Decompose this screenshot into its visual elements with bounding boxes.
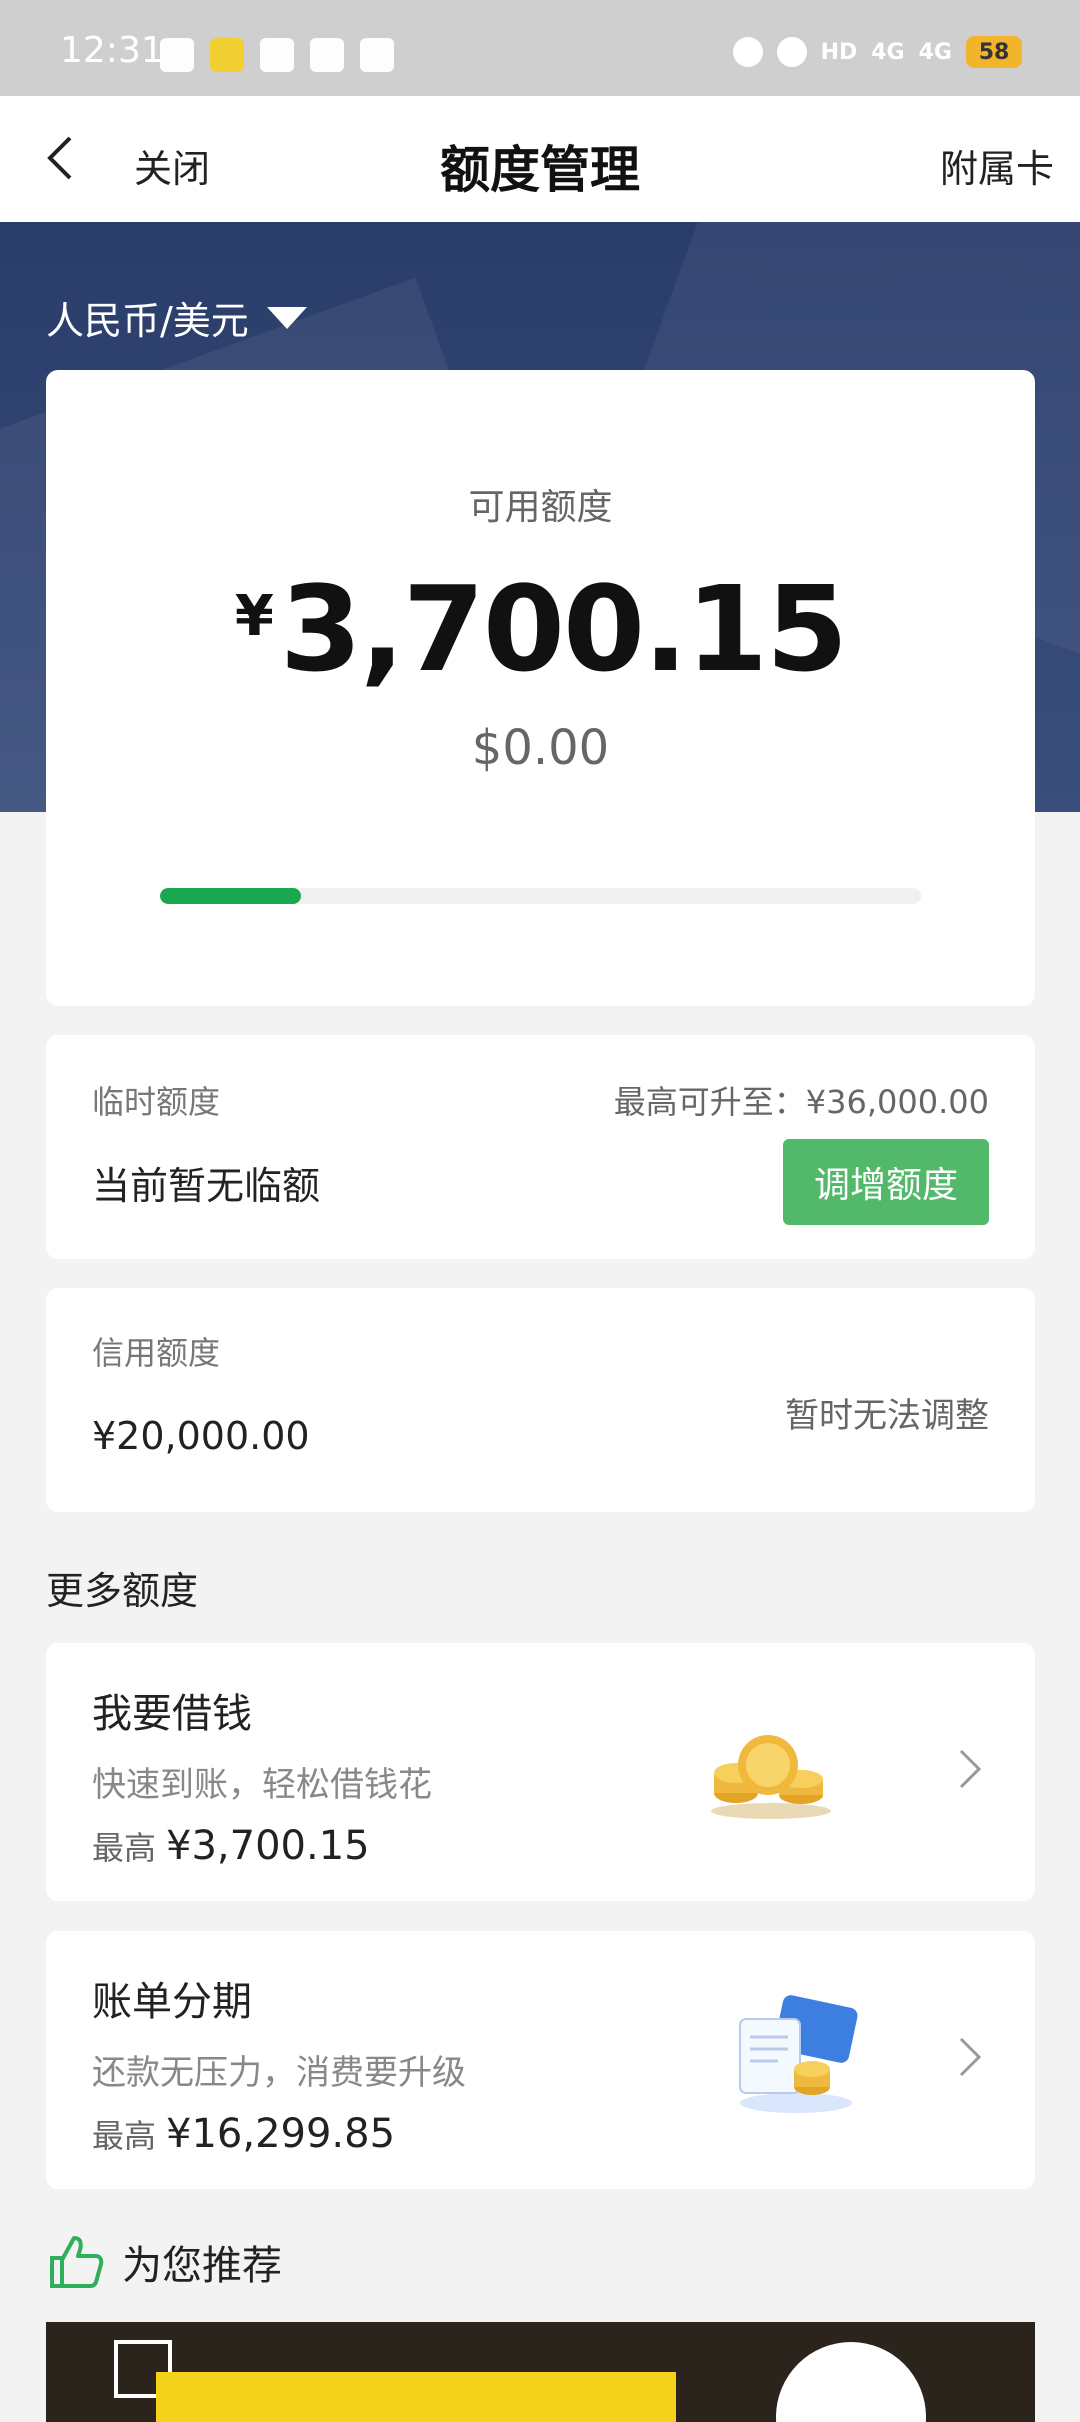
banner-person-image xyxy=(776,2342,926,2422)
promo-subtitle: 还款无压力，消费要升级 xyxy=(92,2053,466,2093)
credit-limit-label: 信用额度 xyxy=(92,1334,221,1372)
promo-subtitle: 快速到账，轻松借钱花 xyxy=(92,1765,432,1805)
app-icon xyxy=(210,38,244,72)
alarm-icon xyxy=(732,37,763,67)
promo-max-amount: ¥16,299.85 xyxy=(166,2111,396,2157)
coins-icon xyxy=(711,1735,831,1819)
bill-installment-item[interactable]: 账单分期 还款无压力，消费要升级 最高 ¥16,299.85 xyxy=(46,1931,1035,2189)
usd-amount: $0.00 xyxy=(471,720,610,776)
wechat-icon xyxy=(160,38,194,72)
status-system-icons: HD 4G 4G 58 xyxy=(732,36,1022,68)
promo-title: 账单分期 xyxy=(92,1979,252,2025)
increase-limit-button[interactable]: 调增额度 xyxy=(783,1139,989,1225)
recommend-title: 为您推荐 xyxy=(122,2243,282,2289)
promo-max-amount: ¥3,700.15 xyxy=(166,1823,370,1869)
app-icon xyxy=(360,38,394,72)
yen-symbol: ¥ xyxy=(234,584,274,649)
promo-max: 最高 ¥16,299.85 xyxy=(92,2111,395,2157)
app-icon xyxy=(260,38,294,72)
limit-progress-fill xyxy=(160,888,301,904)
supplementary-card-button[interactable]: 附属卡 xyxy=(940,138,1054,193)
more-limits-title: 更多额度 xyxy=(46,1569,199,1613)
temp-limit-max: 最高可升至：¥36,000.00 xyxy=(613,1083,989,1121)
caret-down-icon xyxy=(266,306,307,329)
status-notification-icons xyxy=(160,38,394,72)
limit-progress-bar xyxy=(160,888,921,904)
temp-limit-card: 临时额度 最高可升至：¥36,000.00 当前暂无临额 调增额度 xyxy=(46,1035,1035,1259)
available-amount-value: 3,700.15 xyxy=(279,560,848,698)
recommend-banner[interactable] xyxy=(46,2322,1035,2422)
banner-decoration xyxy=(156,2372,676,2422)
temp-limit-label: 临时额度 xyxy=(92,1083,221,1121)
promo-max: 最高 ¥3,700.15 xyxy=(92,1823,370,1869)
available-limit-card: 可用额度 ¥3,700.15 $0.00 xyxy=(46,370,1035,1006)
credit-limit-value: ¥20,000.00 xyxy=(92,1414,310,1458)
thumbs-up-icon xyxy=(50,2236,104,2288)
currency-selector[interactable]: 人民币/美元 xyxy=(46,290,307,345)
recommend-header: 为您推荐 xyxy=(46,2232,282,2292)
currency-label: 人民币/美元 xyxy=(46,299,249,343)
hd-icon: HD xyxy=(820,39,858,65)
nav-bar: 关闭 额度管理 附属卡 xyxy=(0,96,1080,222)
available-limit-label: 可用额度 xyxy=(468,487,613,528)
credit-limit-card: 信用额度 ¥20,000.00 暂时无法调整 xyxy=(46,1288,1035,1512)
temp-limit-status: 当前暂无临额 xyxy=(92,1164,321,1208)
promo-title: 我要借钱 xyxy=(92,1691,252,1737)
signal-icon: 4G xyxy=(871,39,905,65)
status-bar: 12:31 HD 4G 4G 58 xyxy=(0,0,1080,96)
chevron-right-icon xyxy=(959,1749,982,1789)
credit-limit-note: 暂时无法调整 xyxy=(785,1396,989,1436)
chevron-right-icon xyxy=(959,2037,982,2077)
promo-max-label: 最高 xyxy=(92,1829,157,1867)
available-limit-amount: ¥3,700.15 xyxy=(46,560,1035,698)
borrow-money-item[interactable]: 我要借钱 快速到账，轻松借钱花 最高 ¥3,700.15 xyxy=(46,1643,1035,1901)
promo-max-label: 最高 xyxy=(92,2117,157,2155)
signal-icon: 4G xyxy=(918,39,952,65)
location-icon xyxy=(776,37,807,67)
page-title: 额度管理 xyxy=(440,141,640,199)
status-time: 12:31 xyxy=(60,30,164,71)
battery-icon: 58 xyxy=(966,36,1022,68)
taobao-icon xyxy=(310,38,344,72)
bill-installment-icon xyxy=(739,1995,858,2113)
